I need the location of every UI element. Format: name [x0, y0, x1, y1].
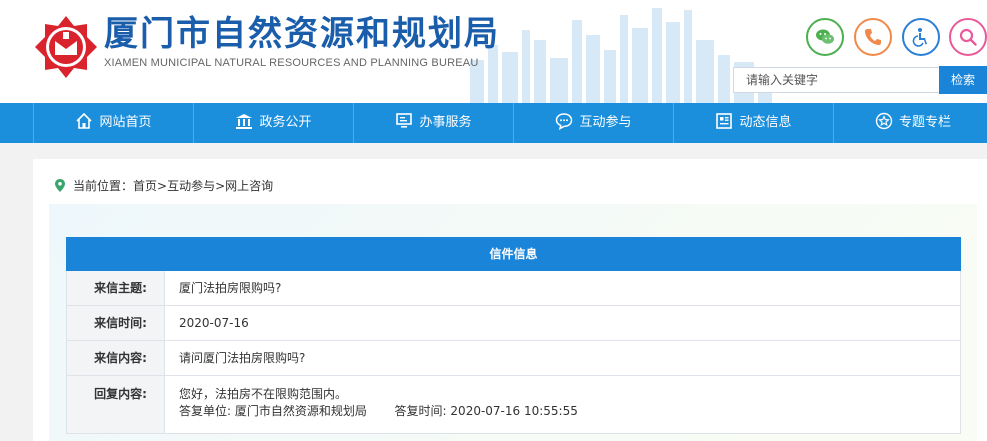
bureau-logo-emblem: [35, 16, 97, 78]
search-tool-button[interactable]: [949, 18, 987, 56]
location-pin-icon: [55, 179, 65, 192]
phone-button[interactable]: [854, 18, 892, 56]
breadcrumb: 当前位置：首页>互动参与>网上咨询: [55, 177, 273, 195]
search-button[interactable]: 检索: [939, 66, 987, 94]
reply-time: 2020-07-16 10:55:55: [450, 404, 578, 418]
home-icon: [76, 112, 93, 129]
table-row: 回复内容: 您好，法拍房不在限购范围内。 答复单位: 厦门市自然资源和规划局 答…: [66, 376, 961, 434]
subject-value: 厦门法拍房限购吗?: [179, 281, 282, 295]
reply-label: 回复内容:: [67, 376, 165, 433]
wechat-icon: [816, 29, 834, 44]
date-label: 来信时间:: [67, 306, 165, 340]
table-row: 来信主题: 厦门法拍房限购吗?: [66, 271, 961, 306]
reply-unit: 厦门市自然资源和规划局: [234, 404, 367, 418]
main-content: 当前位置：首页>互动参与>网上咨询 信件信息 来信主题: 厦门法拍房限购吗? 来…: [33, 159, 987, 441]
accessibility-icon: [912, 28, 927, 47]
letter-info-heading: 信件信息: [66, 237, 961, 271]
site-title: 厦门市自然资源和规划局: [104, 14, 500, 54]
reply-meta: 答复单位: 厦门市自然资源和规划局 答复时间: 2020-07-16 10:55…: [179, 403, 960, 420]
nav-item-label: 动态信息: [739, 115, 792, 130]
letter-panel: 信件信息 来信主题: 厦门法拍房限购吗? 来信时间: 2020-07-16 来信…: [49, 204, 977, 441]
site-subtitle-english: XIAMEN MUNICIPAL NATURAL RESOURCES AND P…: [104, 57, 479, 69]
nav-item-label: 网站首页: [99, 115, 152, 130]
star-icon: [875, 112, 893, 130]
breadcrumb-path[interactable]: 首页>互动参与>网上咨询: [133, 179, 273, 193]
nav-item-label: 政务公开: [259, 115, 312, 130]
reply-unit-label: 答复单位:: [179, 404, 232, 418]
newspaper-icon: [716, 113, 733, 129]
monitor-icon: [396, 113, 413, 128]
nav-item-label: 专题专栏: [898, 115, 951, 130]
search-input[interactable]: [733, 67, 939, 93]
nav-item-label: 办事服务: [419, 115, 472, 130]
nav-item-label: 互动参与: [579, 115, 632, 130]
letter-info-table: 信件信息 来信主题: 厦门法拍房限购吗? 来信时间: 2020-07-16 来信…: [66, 237, 961, 434]
main-navigation: 网站首页 政务公开 办事服务 互动参与 动态信息 专题专栏: [0, 103, 987, 143]
table-row: 来信时间: 2020-07-16: [66, 306, 961, 341]
nav-item-government-affairs[interactable]: 政务公开: [193, 103, 353, 143]
chat-bubble-icon: [556, 113, 573, 130]
nav-item-news[interactable]: 动态信息: [673, 103, 833, 143]
content-value: 请问厦门法拍房限购吗?: [179, 351, 306, 365]
accessibility-button[interactable]: [902, 18, 940, 56]
phone-icon: [865, 29, 881, 45]
subject-label: 来信主题:: [67, 271, 165, 305]
nav-item-home[interactable]: 网站首页: [33, 103, 193, 143]
nav-item-services[interactable]: 办事服务: [353, 103, 513, 143]
nav-item-interaction[interactable]: 互动参与: [513, 103, 673, 143]
table-row: 来信内容: 请问厦门法拍房限购吗?: [66, 341, 961, 376]
nav-item-special-topics[interactable]: 专题专栏: [833, 103, 987, 143]
reply-text: 您好，法拍房不在限购范围内。: [179, 387, 348, 401]
reply-value: 您好，法拍房不在限购范围内。 答复单位: 厦门市自然资源和规划局 答复时间: 2…: [165, 376, 960, 433]
content-label: 来信内容:: [67, 341, 165, 375]
site-header: 厦门市自然资源和规划局 XIAMEN MUNICIPAL NATURAL RES…: [0, 0, 987, 103]
government-building-icon: [236, 114, 253, 129]
date-value: 2020-07-16: [179, 316, 249, 330]
reply-time-label: 答复时间:: [394, 404, 447, 418]
search-icon: [959, 28, 977, 46]
breadcrumb-prefix: 当前位置：: [73, 179, 134, 193]
wechat-button[interactable]: [806, 18, 844, 56]
